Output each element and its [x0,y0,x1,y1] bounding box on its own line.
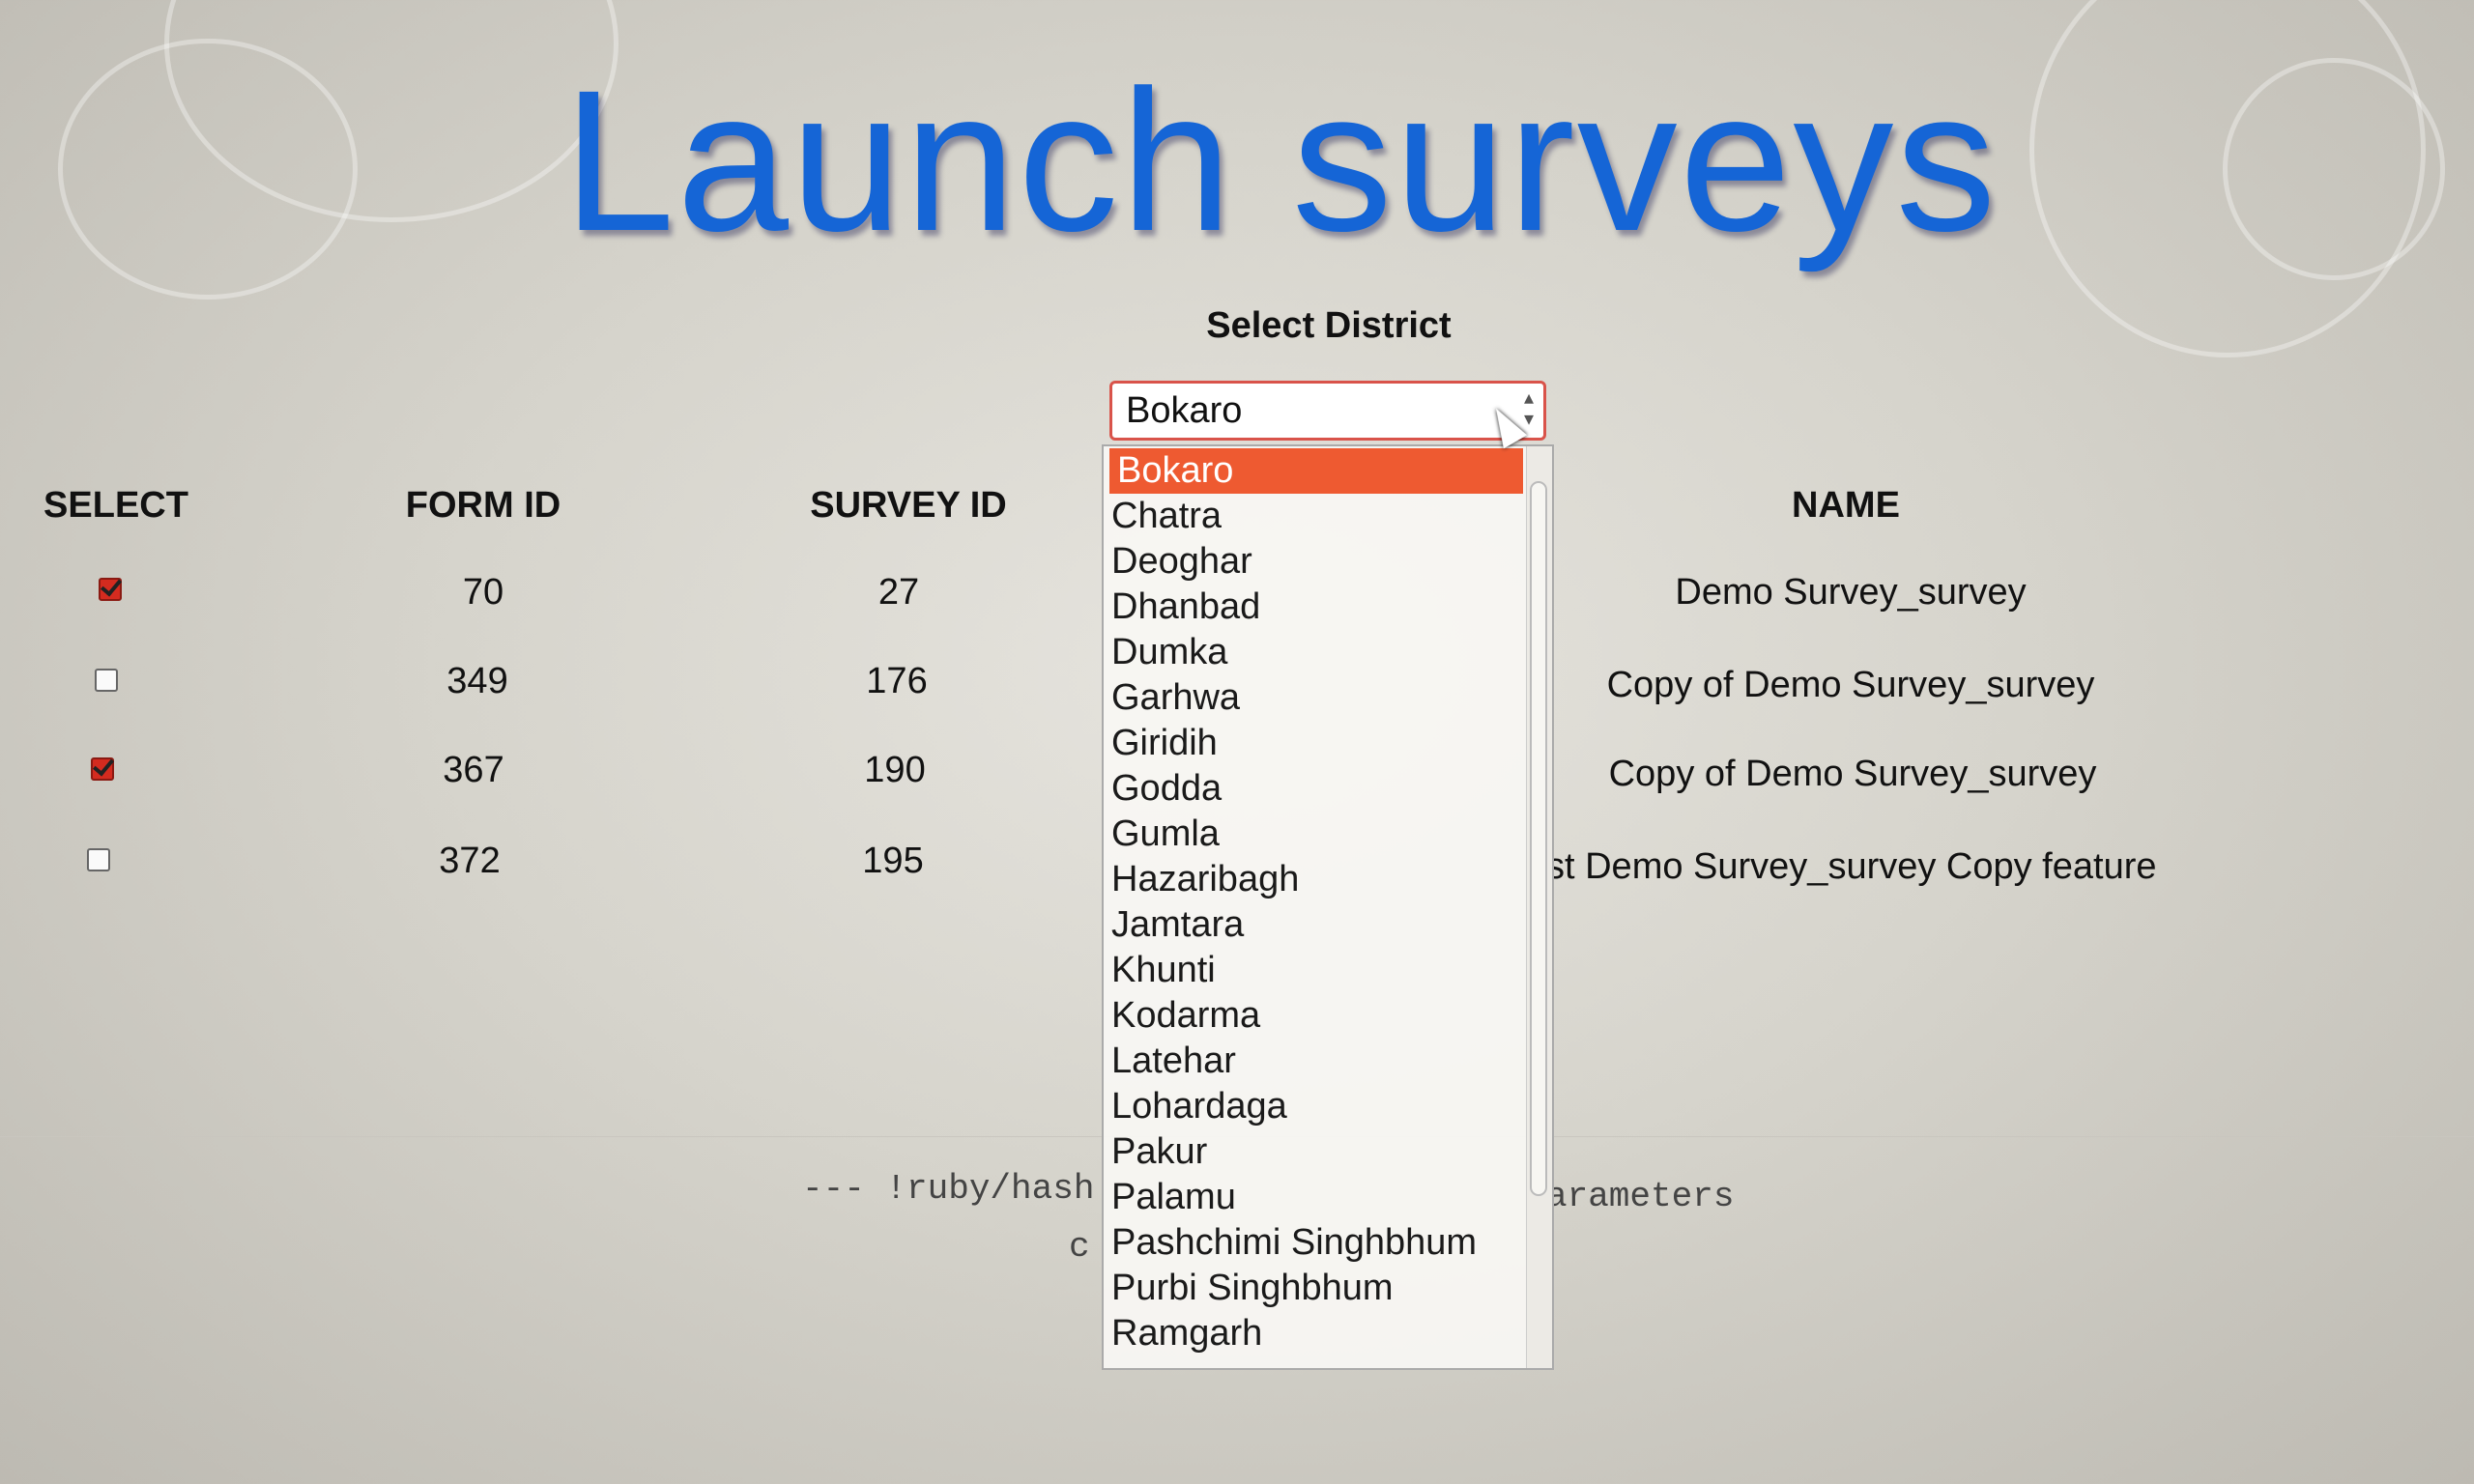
dropdown-option[interactable]: Chatra [1104,494,1552,539]
dropdown-option[interactable]: Hazaribagh [1104,857,1552,902]
form-id-cell: 372 [439,841,501,881]
scrollbar-thumb[interactable] [1530,481,1547,1196]
debug-line: arameters [1546,1177,1735,1216]
name-cell: Demo Survey_survey [1675,572,2027,613]
dropdown-option[interactable]: Ramgarh [1104,1311,1552,1356]
header-select: SELECT [43,485,188,526]
row-checkbox[interactable] [87,848,110,871]
dropdown-scrollbar[interactable] [1526,446,1552,1368]
dropdown-options: Bokaro Chatra Deoghar Dhanbad Dumka Garhwa Gir… [1104,448,1552,1356]
dropdown-option[interactable]: Pashchimi Singhbhum [1104,1220,1552,1266]
header-name: NAME [1792,485,1900,526]
dropdown-option[interactable]: Bokaro [1109,448,1523,494]
dropdown-option[interactable]: Khunti [1104,948,1552,993]
dropdown-option[interactable]: Gumla [1104,812,1552,857]
dropdown-option[interactable]: Dhanbad [1104,585,1552,630]
survey-id-cell: 176 [866,661,928,701]
header-survey-id: SURVEY ID [810,485,1007,526]
row-checkbox[interactable] [95,669,118,692]
dropdown-option[interactable]: Garhwa [1104,675,1552,721]
form-id-cell: 70 [462,572,504,613]
dropdown-option[interactable]: Giridih [1104,721,1552,766]
dropdown-option[interactable]: Palamu [1104,1175,1552,1220]
survey-id-cell: 195 [862,841,924,881]
dropdown-option[interactable]: Purbi Singhbhum [1104,1266,1552,1311]
district-select[interactable]: Bokaro ▴ ▾ [1109,381,1546,441]
district-dropdown-list[interactable]: Bokaro Chatra Deoghar Dhanbad Dumka Garhwa Gir… [1102,444,1554,1370]
district-select-value: Bokaro [1126,390,1243,431]
survey-id-cell: 27 [877,572,920,613]
debug-line: --- !ruby/hash [802,1169,1095,1209]
select-arrows-icon: ▴ ▾ [1523,387,1534,430]
header-form-id: FORM ID [405,485,561,526]
name-cell: Copy of Demo Survey_survey [1606,665,2095,705]
dropdown-option[interactable]: Kodarma [1104,993,1552,1039]
form-id-cell: 367 [443,750,504,790]
form-id-cell: 349 [446,661,508,701]
debug-line: c [1069,1227,1090,1267]
row-checkbox[interactable] [91,757,114,781]
dropdown-option[interactable]: Dumka [1104,630,1552,675]
dropdown-option[interactable]: Pakur [1104,1129,1552,1175]
name-cell: Copy of Demo Survey_survey [1608,754,2097,794]
row-checkbox[interactable] [99,578,122,601]
dropdown-option[interactable]: Lohardaga [1104,1084,1552,1129]
survey-id-cell: 190 [864,750,926,790]
page-title: Launch surveys [562,49,1999,273]
dropdown-option[interactable]: Godda [1104,766,1552,812]
name-cell: st Demo Survey_survey Copy feature [1546,846,2157,887]
dropdown-option[interactable]: Jamtara [1104,902,1552,948]
dropdown-option[interactable]: Deoghar [1104,539,1552,585]
dropdown-option[interactable]: Latehar [1104,1039,1552,1084]
select-district-label: Select District [1206,305,1452,346]
